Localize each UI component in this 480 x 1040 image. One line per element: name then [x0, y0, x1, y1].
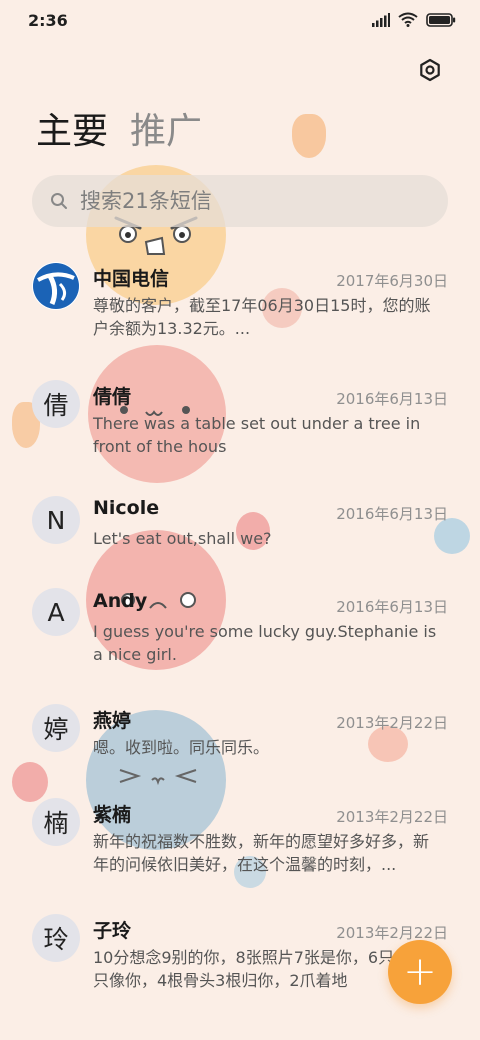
conversation-item[interactable]: N Nicole 2016年6月13日 Let's eat out,shall … — [0, 493, 480, 565]
message-date: 2013年2月22日 — [336, 714, 448, 732]
message-preview: 新年的祝福数不胜数，新年的愿望好多好多，新年的问候依旧美好，在这个温馨的时刻，.… — [93, 832, 430, 874]
signal-icon — [372, 12, 390, 27]
avatar — [32, 262, 80, 310]
settings-icon — [420, 58, 440, 82]
contact-name: Andy — [93, 590, 148, 612]
tab-promotions[interactable]: 推广 — [130, 108, 202, 156]
wifi-icon — [398, 12, 418, 27]
status-icons — [372, 12, 456, 27]
message-date: 2016年6月13日 — [336, 598, 448, 616]
conversation-item[interactable]: 倩 倩倩 2016年6月13日 There was a table set ou… — [0, 378, 480, 474]
tab-primary[interactable]: 主要 — [36, 108, 108, 156]
message-preview: There was a table set out under a tree i… — [93, 414, 421, 456]
settings-button[interactable] — [414, 54, 446, 86]
contact-name: Nicole — [93, 497, 160, 519]
status-bar: 2:36 — [0, 0, 480, 40]
search-icon — [51, 193, 67, 209]
avatar: 婷 — [32, 704, 80, 752]
message-date: 2013年2月22日 — [336, 924, 448, 942]
contact-name: 紫楠 — [93, 804, 132, 826]
avatar: 玲 — [32, 914, 80, 962]
message-preview: 尊敬的客户，截至17年06月30日15时，您的账户余额为13.32元。... — [93, 296, 431, 338]
conversation-item[interactable]: 婷 燕婷 2013年2月22日 嗯。收到啦。同乐同乐。 — [0, 704, 480, 776]
message-preview: Let's eat out,shall we? — [93, 529, 272, 548]
contact-name: 倩倩 — [93, 386, 132, 408]
avatar: A — [32, 588, 80, 636]
contact-name: 中国电信 — [93, 268, 170, 290]
message-date: 2017年6月30日 — [336, 272, 448, 290]
search-input[interactable] — [80, 189, 420, 213]
avatar: 楠 — [32, 798, 80, 846]
message-date: 2016年6月13日 — [336, 390, 448, 408]
avatar: 倩 — [32, 380, 80, 428]
conversation-item[interactable]: 楠 紫楠 2013年2月22日 新年的祝福数不胜数，新年的愿望好多好多，新年的问… — [0, 796, 480, 892]
message-preview: 嗯。收到啦。同乐同乐。 — [93, 738, 270, 757]
plus-icon: + — [403, 949, 437, 995]
message-date: 2013年2月22日 — [336, 808, 448, 826]
battery-icon — [426, 12, 456, 27]
conversation-item[interactable]: A Andy 2016年6月13日 I guess you're some lu… — [0, 588, 480, 684]
status-time: 2:36 — [28, 11, 68, 30]
compose-button[interactable]: + — [388, 940, 452, 1004]
message-date: 2016年6月13日 — [336, 505, 448, 523]
category-tabs: 主要 推广 — [36, 108, 202, 156]
search-bar[interactable] — [32, 175, 448, 227]
conversation-item[interactable]: 中国电信 2017年6月30日 尊敬的客户，截至17年06月30日15时，您的账… — [0, 250, 480, 346]
contact-name: 燕婷 — [93, 710, 132, 732]
message-preview: I guess you're some lucky guy.Stephanie … — [93, 622, 437, 664]
avatar: N — [32, 496, 80, 544]
carrot-decoration — [292, 114, 326, 158]
contact-name: 子玲 — [93, 920, 132, 942]
china-telecom-logo-icon — [33, 263, 79, 309]
